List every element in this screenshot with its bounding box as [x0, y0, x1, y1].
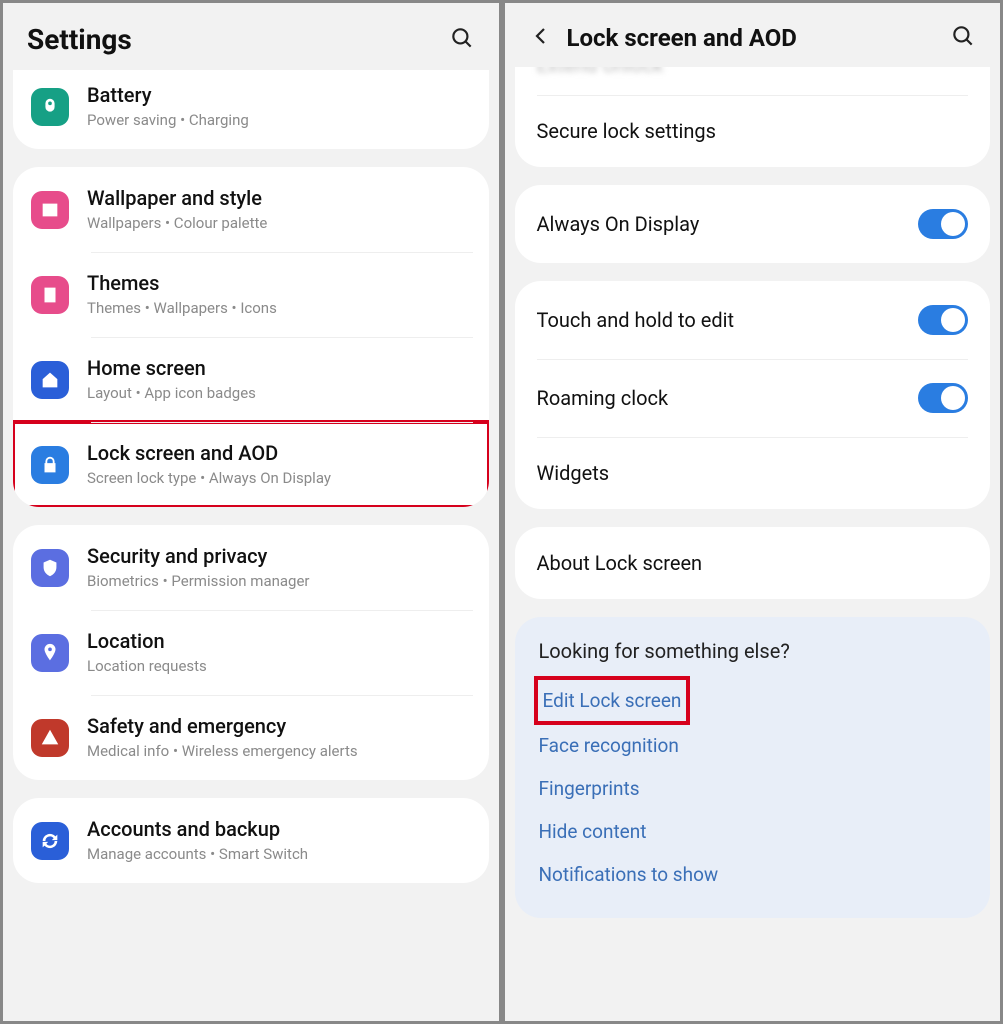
- settings-item-shield[interactable]: Security and privacyBiometrics • Permiss…: [13, 525, 489, 610]
- settings-group: BatteryPower saving • Charging: [13, 70, 489, 149]
- item-title: Battery: [87, 82, 471, 108]
- settings-header: Settings: [3, 3, 499, 70]
- item-title: Always On Display: [537, 212, 919, 236]
- battery-icon: [31, 88, 69, 126]
- item-title: Touch and hold to edit: [537, 308, 919, 332]
- item-desc: Themes • Wallpapers • Icons: [87, 298, 471, 319]
- settings-screen: Settings BatteryPower saving • Charging W…: [0, 0, 502, 1024]
- wallpaper-icon: [31, 191, 69, 229]
- item-title: Safety and emergency: [87, 713, 471, 739]
- lock-icon: [31, 446, 69, 484]
- shield-icon: [31, 549, 69, 587]
- settings-group: Security and privacyBiometrics • Permiss…: [13, 525, 489, 780]
- item-title: Security and privacy: [87, 543, 471, 569]
- toggle-switch[interactable]: [918, 305, 968, 335]
- settings-item-lock[interactable]: Lock screen and AODScreen lock type • Al…: [13, 422, 489, 507]
- settings-group: Wallpaper and styleWallpapers • Colour p…: [13, 167, 489, 507]
- setting-widgets[interactable]: Widgets: [515, 437, 991, 509]
- setting-secure-lock-settings[interactable]: Secure lock settings: [515, 95, 991, 167]
- page-title: Lock screen and AOD: [567, 24, 937, 52]
- pin-icon: [31, 634, 69, 672]
- item-title: About Lock screen: [537, 551, 969, 575]
- settings-group: Touch and hold to edit Roaming clock Widge…: [515, 281, 991, 509]
- item-desc: Layout • App icon badges: [87, 383, 471, 404]
- back-icon[interactable]: [529, 24, 553, 52]
- settings-item-home[interactable]: Home screenLayout • App icon badges: [13, 337, 489, 422]
- item-title: Home screen: [87, 355, 471, 381]
- lockscreen-settings-list[interactable]: Extend Unlock Secure lock settings Always …: [505, 67, 1001, 1021]
- setting-roaming-clock[interactable]: Roaming clock: [515, 359, 991, 437]
- toggle-switch[interactable]: [918, 383, 968, 413]
- item-title: Location: [87, 628, 471, 654]
- themes-icon: [31, 276, 69, 314]
- settings-item-themes[interactable]: ThemesThemes • Wallpapers • Icons: [13, 252, 489, 337]
- looking-for-card: Looking for something else? Edit Lock scr…: [515, 617, 991, 918]
- item-title: Accounts and backup: [87, 816, 471, 842]
- settings-list[interactable]: BatteryPower saving • Charging Wallpaper …: [3, 70, 499, 1021]
- home-icon: [31, 361, 69, 399]
- item-title: Widgets: [537, 461, 969, 485]
- link-fingerprints[interactable]: Fingerprints: [539, 767, 967, 810]
- settings-group: Always On Display: [515, 185, 991, 263]
- toggle-switch[interactable]: [918, 209, 968, 239]
- sync-icon: [31, 822, 69, 860]
- item-desc: Medical info • Wireless emergency alerts: [87, 741, 471, 762]
- search-icon[interactable]: [449, 25, 475, 55]
- settings-item-pin[interactable]: LocationLocation requests: [13, 610, 489, 695]
- settings-item-alert[interactable]: Safety and emergencyMedical info • Wirel…: [13, 695, 489, 780]
- settings-item-wallpaper[interactable]: Wallpaper and styleWallpapers • Colour p…: [13, 167, 489, 252]
- item-desc: Wallpapers • Colour palette: [87, 213, 471, 234]
- setting-about-lock-screen[interactable]: About Lock screen: [515, 527, 991, 599]
- subpage-header: Lock screen and AOD: [505, 3, 1001, 67]
- item-title: Secure lock settings: [537, 119, 969, 143]
- settings-item-sync[interactable]: Accounts and backupManage accounts • Sma…: [13, 798, 489, 883]
- lock-screen-aod-screen: Lock screen and AOD Extend Unlock Secure …: [502, 0, 1003, 1024]
- page-title: Settings: [27, 23, 435, 56]
- item-desc: Power saving • Charging: [87, 110, 471, 131]
- link-face-recognition[interactable]: Face recognition: [539, 724, 967, 767]
- looking-for-header: Looking for something else?: [539, 639, 967, 663]
- item-title: Lock screen and AOD: [87, 440, 471, 466]
- setting-always-on-display[interactable]: Always On Display: [515, 185, 991, 263]
- item-desc: Manage accounts • Smart Switch: [87, 844, 471, 865]
- item-title: Roaming clock: [537, 386, 919, 410]
- item-title: Themes: [87, 270, 471, 296]
- search-icon[interactable]: [950, 23, 976, 53]
- item-title: Wallpaper and style: [87, 185, 471, 211]
- link-notifications-to-show[interactable]: Notifications to show: [539, 853, 967, 896]
- alert-icon: [31, 719, 69, 757]
- item-desc: Location requests: [87, 656, 471, 677]
- partial-top-card: Extend Unlock Secure lock settings: [515, 67, 991, 167]
- settings-group: About Lock screen: [515, 527, 991, 599]
- item-desc: Biometrics • Permission manager: [87, 571, 471, 592]
- settings-group: Accounts and backupManage accounts • Sma…: [13, 798, 489, 883]
- setting-touch-and-hold-to-edit[interactable]: Touch and hold to edit: [515, 281, 991, 359]
- link-edit-lock-screen[interactable]: Edit Lock screen: [539, 681, 686, 720]
- settings-item-battery[interactable]: BatteryPower saving • Charging: [13, 70, 489, 149]
- item-desc: Screen lock type • Always On Display: [87, 468, 471, 489]
- link-hide-content[interactable]: Hide content: [539, 810, 967, 853]
- partial-item[interactable]: Extend Unlock: [515, 67, 991, 95]
